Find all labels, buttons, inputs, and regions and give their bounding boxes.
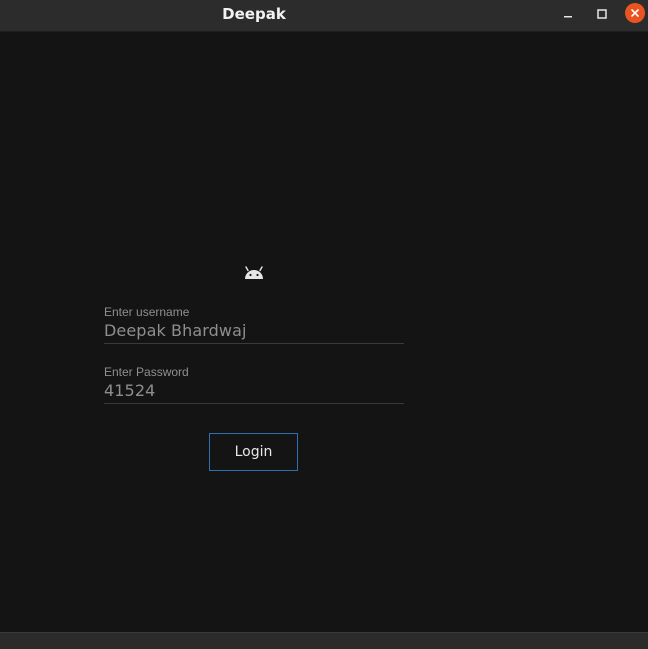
main-content: Enter username Enter Password Login bbox=[0, 32, 648, 632]
minimize-button[interactable] bbox=[557, 3, 579, 25]
password-input[interactable] bbox=[104, 381, 404, 404]
password-label: Enter Password bbox=[104, 365, 189, 379]
login-button-label: Login bbox=[234, 444, 273, 460]
title-bar[interactable]: Deepak bbox=[0, 0, 648, 32]
close-icon bbox=[631, 9, 639, 17]
minimize-icon bbox=[564, 16, 572, 18]
close-button[interactable] bbox=[625, 3, 645, 23]
maximize-icon bbox=[597, 9, 607, 19]
username-field-group: Enter username bbox=[104, 305, 404, 344]
username-input[interactable] bbox=[104, 321, 404, 344]
app-window: Deepak Enter username Deepak Bhardwaj En… bbox=[0, 0, 648, 649]
password-field-group: Enter Password bbox=[104, 365, 404, 404]
username-label: Enter username bbox=[104, 305, 190, 319]
maximize-button[interactable] bbox=[591, 3, 613, 25]
login-button[interactable]: Login bbox=[209, 433, 298, 471]
android-icon bbox=[245, 266, 263, 279]
window-title: Deepak bbox=[222, 5, 286, 23]
bottom-bar bbox=[0, 632, 648, 649]
